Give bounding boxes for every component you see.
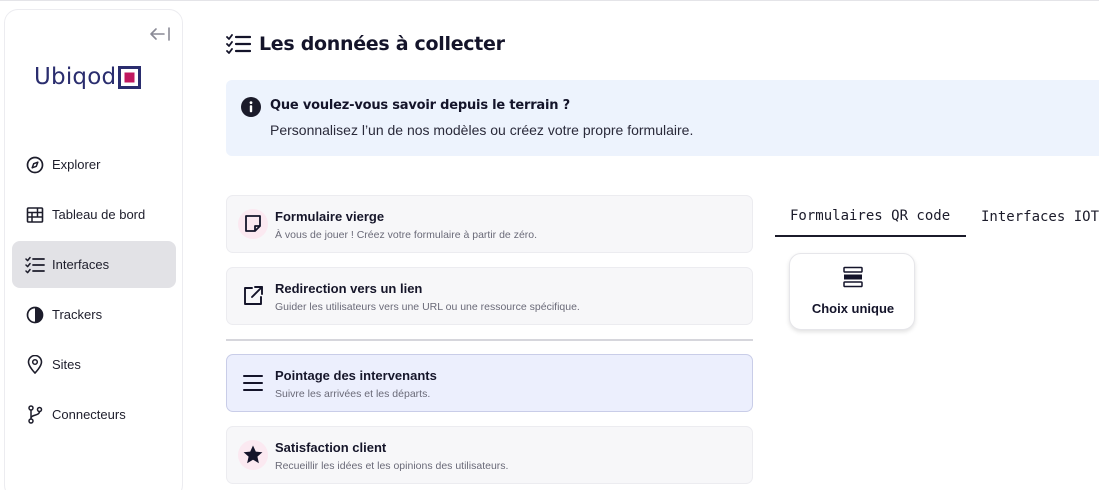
template-card-satisfaction[interactable]: Satisfaction client Recueillir les idées… — [226, 426, 753, 484]
sidebar-item-label: Interfaces — [52, 257, 110, 272]
stacked-list-icon — [843, 266, 863, 288]
sidebar: Ubiqod Explorer Tableau de bord Interfac… — [4, 9, 183, 490]
sidebar-item-trackers[interactable]: Trackers — [12, 291, 176, 338]
dashboard-icon — [25, 205, 45, 225]
section-divider — [226, 339, 753, 341]
sidebar-nav: Explorer Tableau de bord Interfaces Trac… — [12, 141, 176, 441]
page-title-text: Les données à collecter — [259, 33, 505, 55]
card-description: Guider les utilisateurs vers une URL ou … — [275, 301, 580, 313]
tab-formulaires-qr-code[interactable]: Formulaires QR code — [775, 197, 966, 237]
sidebar-item-sites[interactable]: Sites — [12, 341, 176, 388]
top-border — [0, 0, 1099, 1]
compass-icon — [25, 155, 45, 175]
sidebar-item-interfaces[interactable]: Interfaces — [12, 241, 176, 288]
sidebar-item-connecteurs[interactable]: Connecteurs — [12, 391, 176, 438]
git-branch-icon — [25, 405, 45, 425]
template-card-redirection[interactable]: Redirection vers un lien Guider les util… — [226, 267, 753, 325]
star-icon — [238, 440, 268, 470]
template-card-pointage[interactable]: Pointage des intervenants Suivre les arr… — [226, 354, 753, 412]
tab-interfaces-iot[interactable]: Interfaces IOT — [981, 197, 1099, 237]
half-circle-icon — [25, 305, 45, 325]
info-icon — [241, 97, 261, 117]
sidebar-item-explorer[interactable]: Explorer — [12, 141, 176, 188]
page-title: Les données à collecter — [226, 33, 505, 55]
map-pin-icon — [25, 355, 45, 375]
card-title: Redirection vers un lien — [275, 281, 423, 296]
choice-unique-button[interactable]: Choix unique — [789, 253, 915, 330]
card-description: À vous de jouer ! Créez votre formulaire… — [275, 229, 538, 241]
tabs: Formulaires QR code Interfaces IOT — [775, 197, 1099, 239]
logo-mark-icon — [118, 65, 142, 89]
card-title: Pointage des intervenants — [275, 368, 437, 383]
sidebar-item-label: Trackers — [52, 307, 103, 322]
sidebar-item-label: Sites — [52, 357, 81, 372]
checklist-icon — [25, 255, 45, 275]
collapse-left-icon — [150, 27, 170, 41]
collapse-sidebar-button[interactable] — [147, 23, 173, 45]
info-text: Personnalisez l’un de nos modèles ou cré… — [270, 122, 694, 138]
sidebar-item-tableau-de-bord[interactable]: Tableau de bord — [12, 191, 176, 238]
info-banner: Que voulez-vous savoir depuis le terrain… — [226, 80, 1099, 156]
sidebar-item-label: Explorer — [52, 157, 101, 172]
card-description: Suivre les arrivées et les départs. — [275, 388, 431, 400]
choice-label: Choix unique — [811, 301, 895, 316]
template-card-formulaire-vierge[interactable]: Formulaire vierge À vous de jouer ! Crée… — [226, 195, 753, 253]
logo[interactable]: Ubiqod — [34, 57, 142, 97]
checklist-icon — [226, 34, 251, 54]
card-title: Satisfaction client — [275, 440, 387, 455]
sidebar-item-label: Tableau de bord — [52, 207, 146, 222]
sidebar-item-label: Connecteurs — [52, 407, 126, 422]
logo-text: Ubiqod — [34, 64, 117, 90]
external-link-icon — [238, 281, 268, 311]
card-description: Recueillir les idées et les opinions des… — [275, 460, 509, 472]
sticky-note-icon — [238, 209, 268, 239]
menu-lines-icon — [238, 368, 268, 398]
card-title: Formulaire vierge — [275, 209, 385, 224]
info-title: Que voulez-vous savoir depuis le terrain… — [270, 98, 570, 113]
